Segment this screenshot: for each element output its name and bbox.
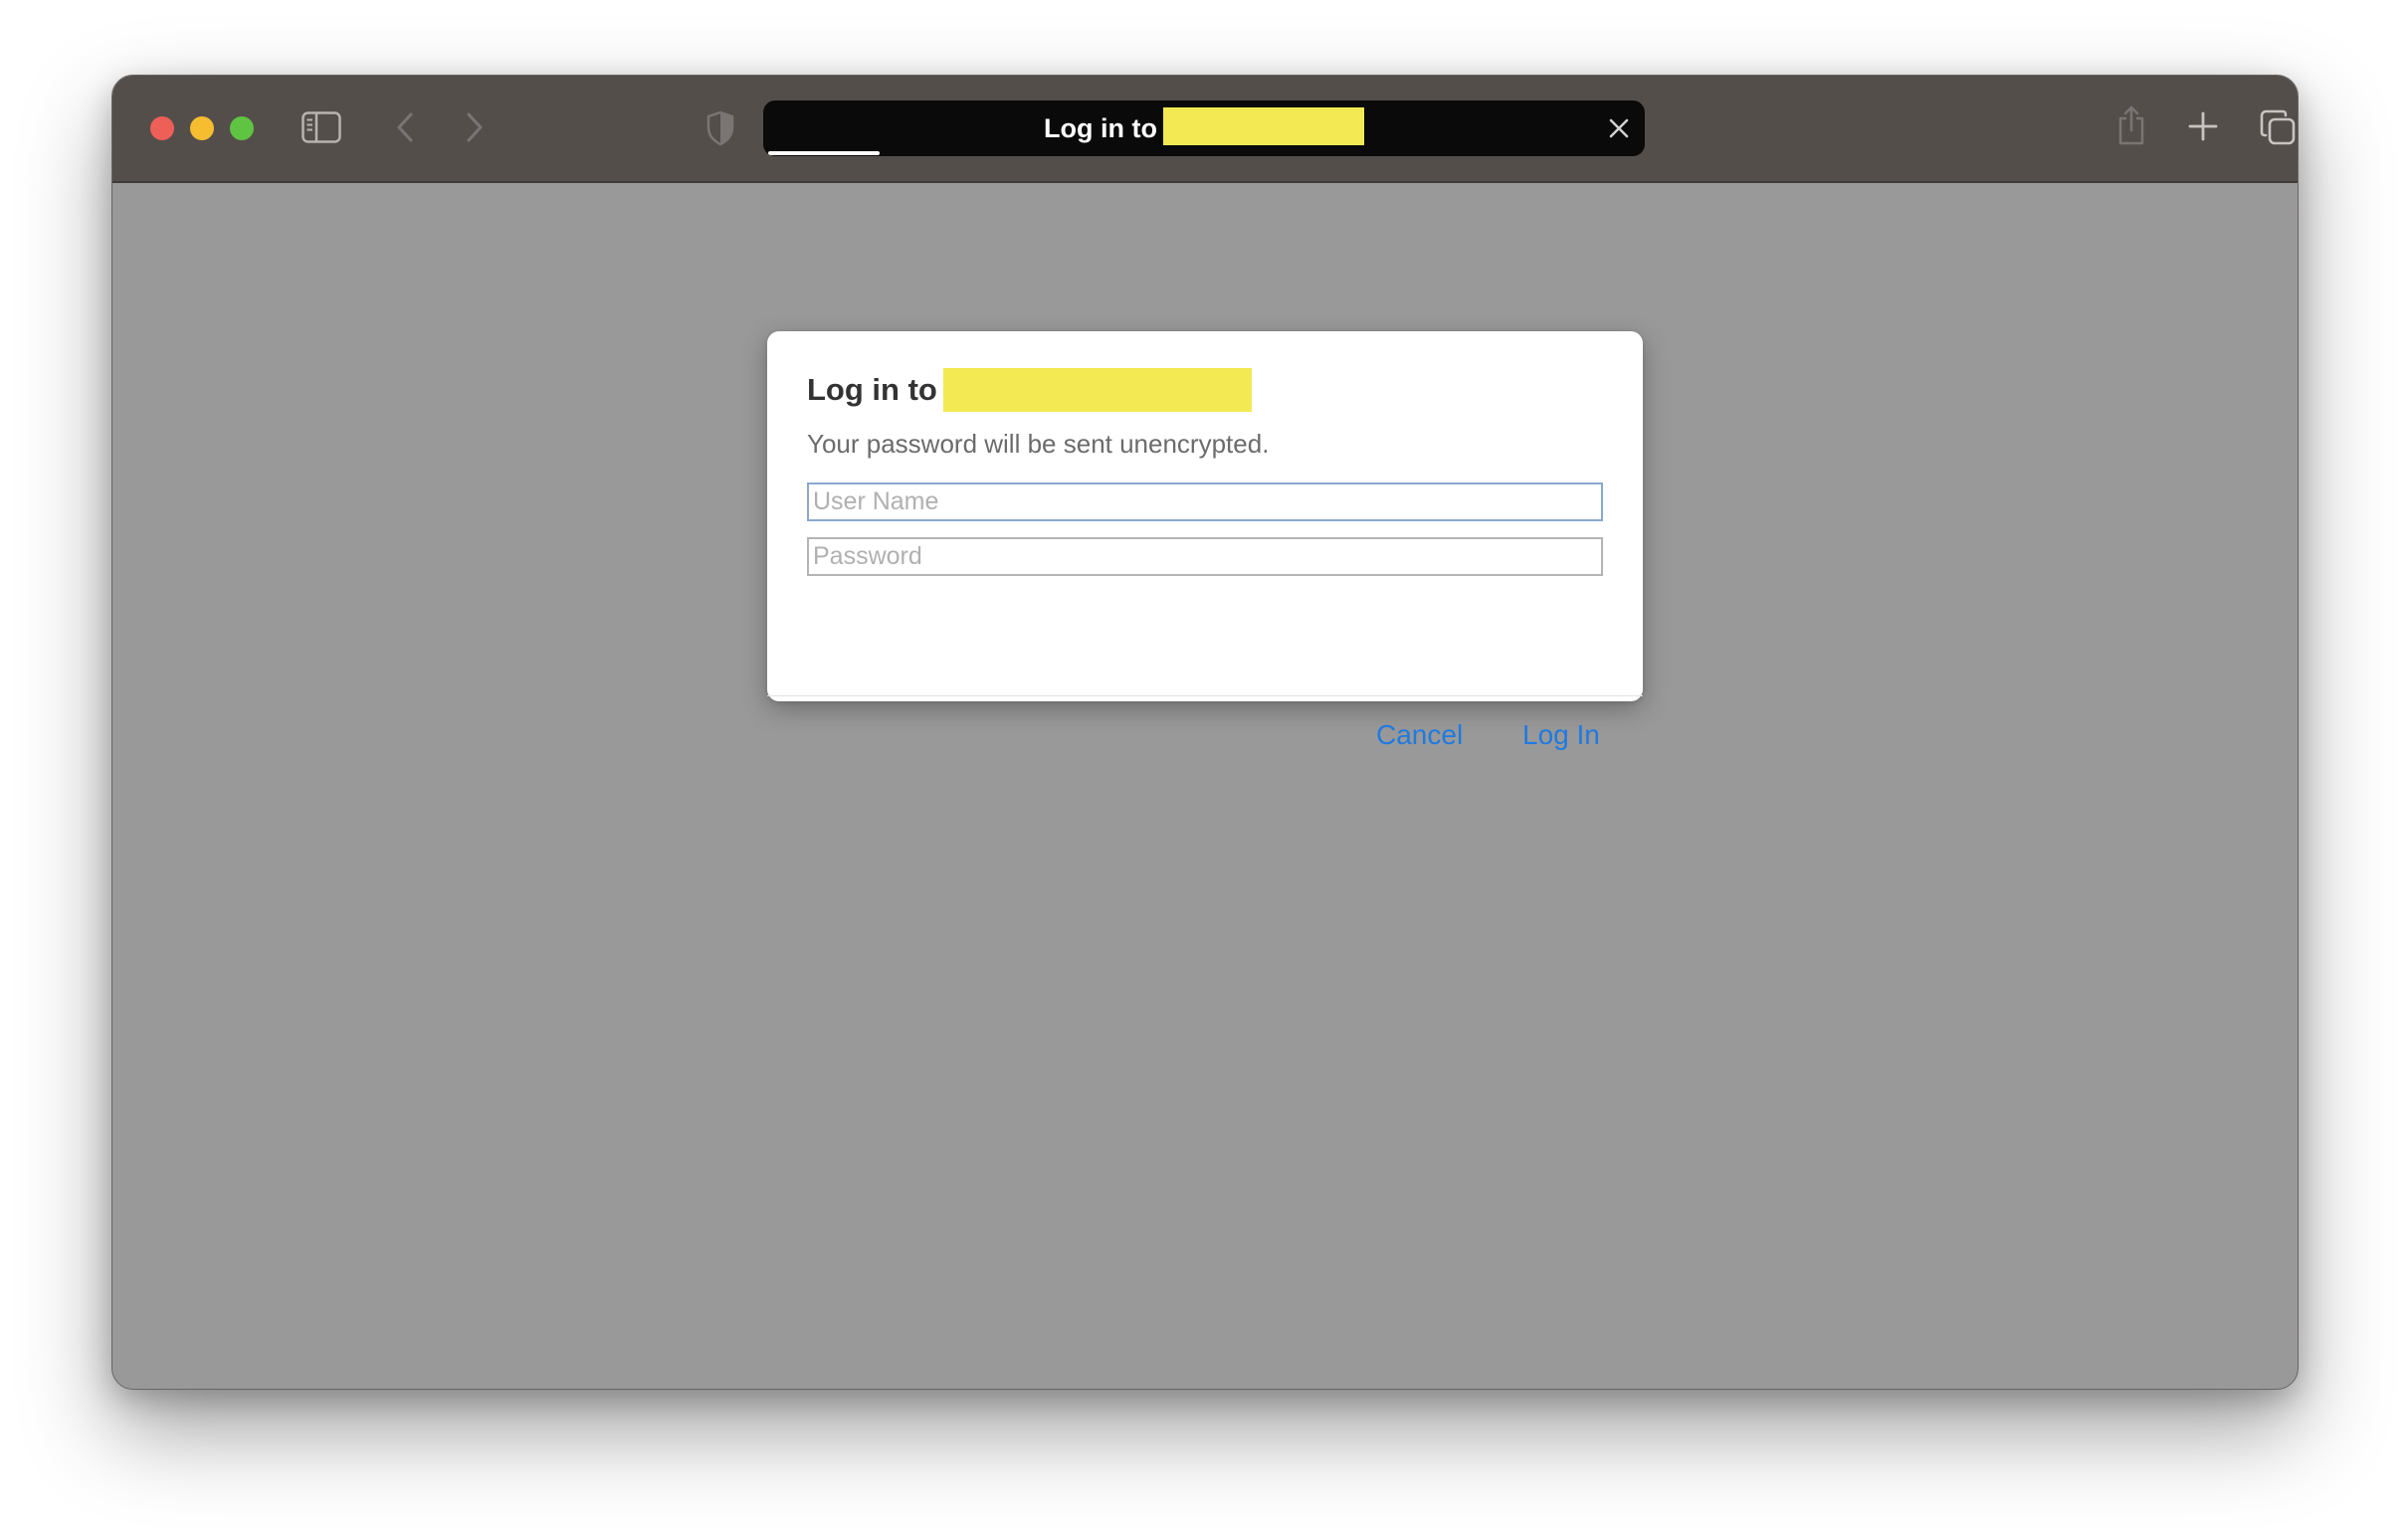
address-bar-title: Log in to bbox=[763, 100, 1645, 156]
zoom-window-button[interactable] bbox=[230, 116, 254, 140]
dialog-subtitle: Your password will be sent unencrypted. bbox=[807, 429, 1270, 459]
chevron-right-icon[interactable] bbox=[461, 110, 489, 144]
browser-window: Log in to Log in to Your password will b… bbox=[111, 75, 2299, 1390]
chevron-left-icon[interactable] bbox=[391, 110, 419, 144]
page-load-progress bbox=[768, 151, 880, 155]
minimize-window-button[interactable] bbox=[190, 116, 214, 140]
tab-overview-icon[interactable] bbox=[2258, 107, 2298, 147]
dialog-title-text: Log in to bbox=[807, 372, 937, 407]
login-button[interactable]: Log In bbox=[1522, 719, 1600, 751]
close-icon[interactable] bbox=[1607, 116, 1631, 140]
sidebar-icon[interactable] bbox=[301, 110, 341, 144]
username-field[interactable] bbox=[807, 482, 1603, 521]
address-bar-text: Log in to bbox=[1044, 112, 1157, 143]
login-dialog: Log in to Your password will be sent une… bbox=[767, 331, 1643, 750]
address-bar[interactable]: Log in to bbox=[763, 100, 1645, 156]
dialog-title: Log in to bbox=[807, 367, 1252, 413]
password-field[interactable] bbox=[807, 537, 1603, 576]
dialog-divider bbox=[767, 695, 1643, 696]
browser-toolbar: Log in to bbox=[112, 76, 2298, 183]
close-window-button[interactable] bbox=[150, 116, 174, 140]
redacted-title-host bbox=[942, 368, 1252, 412]
redacted-host bbox=[1162, 107, 1364, 145]
plus-icon[interactable] bbox=[2187, 110, 2219, 142]
share-icon[interactable] bbox=[2114, 103, 2148, 147]
cancel-button[interactable]: Cancel bbox=[1376, 719, 1463, 751]
shield-icon[interactable] bbox=[703, 109, 737, 147]
